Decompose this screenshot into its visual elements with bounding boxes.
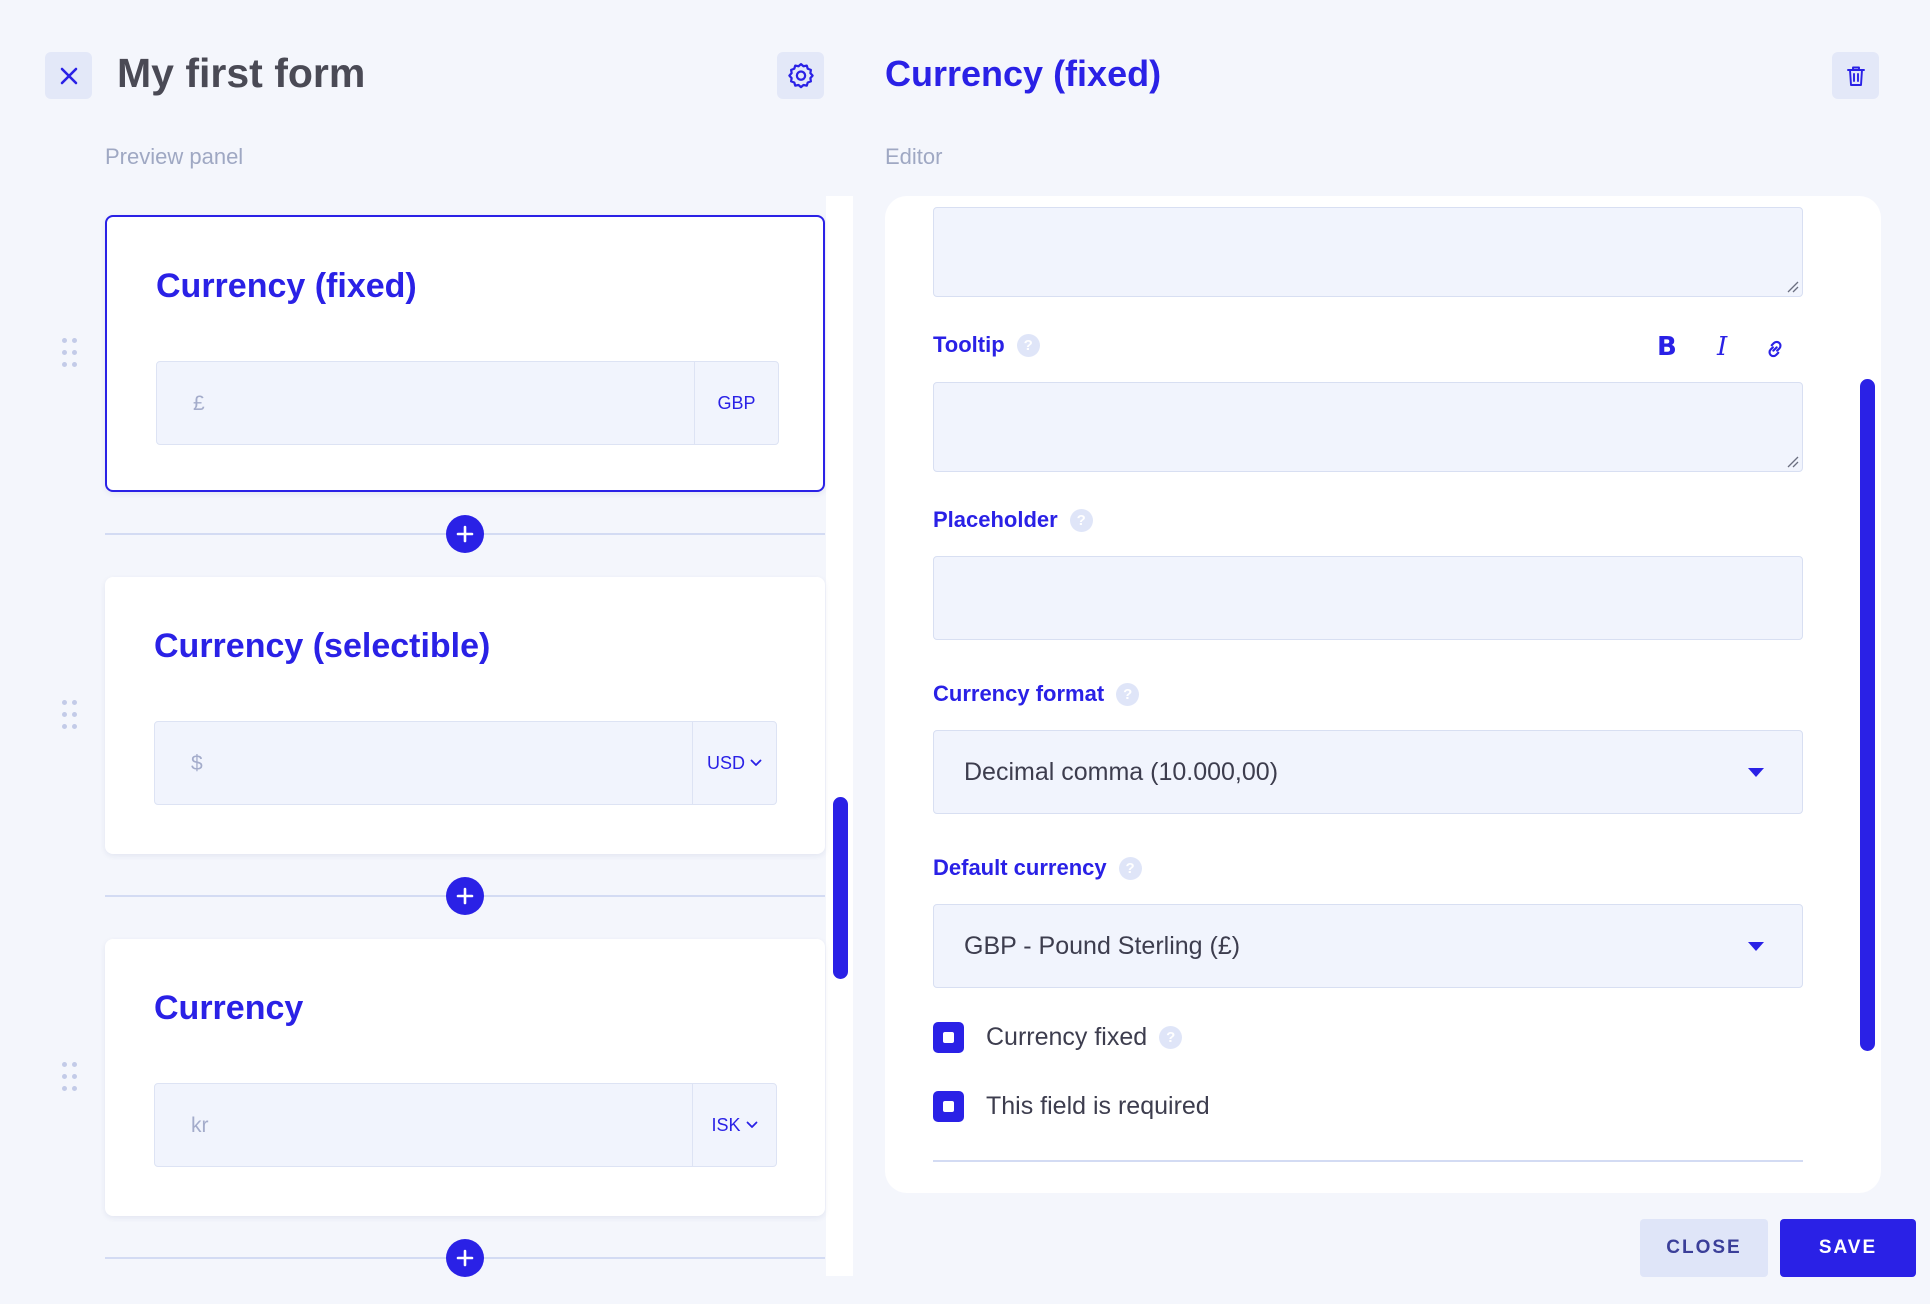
plus-icon [456, 1249, 474, 1267]
placeholder-label-text: Placeholder [933, 507, 1058, 532]
required-option: This field is required [933, 1091, 1210, 1122]
default-currency-label: Default currency ? [933, 855, 1142, 881]
placeholder-label: Placeholder ? [933, 507, 1093, 533]
save-button[interactable]: SAVE [1780, 1219, 1916, 1277]
form-field-card[interactable]: Currency kr ISK [105, 939, 825, 1216]
tooltip-textarea[interactable] [933, 382, 1803, 472]
form-field-card[interactable]: Currency (fixed) £ GBP [105, 215, 825, 492]
chevron-down-icon [746, 1121, 757, 1128]
chevron-down-icon [750, 759, 762, 766]
plus-icon [456, 525, 474, 543]
field-title: Currency (fixed) [156, 267, 417, 305]
description-textarea[interactable] [933, 207, 1803, 297]
delete-field-button[interactable] [1832, 52, 1879, 99]
currency-fixed-checkbox[interactable] [933, 1022, 964, 1053]
add-field-button[interactable] [446, 1239, 484, 1277]
currency-format-value: Decimal comma (10.000,00) [964, 757, 1279, 786]
help-icon[interactable]: ? [1016, 333, 1040, 357]
currency-format-label-text: Currency format [933, 681, 1105, 706]
field-title: Currency [154, 989, 304, 1027]
required-label: This field is required [986, 1092, 1210, 1120]
close-form-button[interactable] [45, 52, 92, 99]
currency-format-select[interactable]: Decimal comma (10.000,00) [933, 730, 1803, 814]
currency-select[interactable]: ISK [692, 1084, 776, 1166]
editor-panel: Tooltip ? B I Placeholder ? Currency for… [885, 196, 1881, 1193]
plus-icon [456, 887, 474, 905]
gear-icon [787, 62, 814, 88]
currency-input[interactable]: kr ISK [154, 1083, 777, 1167]
editor-label: Editor [885, 144, 943, 169]
currency-symbol: $ [191, 752, 203, 775]
form-settings-button[interactable] [777, 52, 824, 99]
form-title: My first form [117, 50, 366, 96]
trash-icon [1846, 66, 1865, 86]
resize-grip-icon[interactable] [1785, 279, 1799, 293]
help-icon[interactable]: ? [1116, 682, 1140, 706]
required-checkbox[interactable] [933, 1091, 964, 1122]
bold-button[interactable]: B [1657, 332, 1677, 362]
currency-select[interactable]: USD [692, 722, 776, 804]
drag-handle-icon[interactable] [62, 338, 78, 368]
field-title: Currency (selectible) [154, 627, 491, 665]
caret-down-icon [1748, 768, 1764, 777]
preview-scrollbar-thumb[interactable] [833, 797, 848, 979]
default-currency-select[interactable]: GBP - Pound Sterling (£) [933, 904, 1803, 988]
drag-handle-icon[interactable] [62, 700, 78, 730]
help-icon[interactable]: ? [1069, 508, 1093, 532]
drag-handle-icon[interactable] [62, 1062, 78, 1092]
currency-code-label: GBP [717, 392, 756, 413]
help-icon[interactable]: ? [1118, 856, 1142, 880]
tooltip-label-text: Tooltip [933, 332, 1005, 357]
currency-symbol: kr [191, 1114, 209, 1137]
editor-title: Currency (fixed) [885, 53, 1162, 94]
default-currency-label-text: Default currency [933, 855, 1107, 880]
currency-symbol: £ [193, 392, 205, 415]
close-button[interactable]: CLOSE [1640, 1219, 1768, 1277]
currency-code-label: USD [706, 752, 745, 773]
help-icon[interactable]: ? [1159, 1026, 1183, 1049]
preview-scrollbar-track[interactable] [826, 196, 853, 1276]
add-field-button[interactable] [446, 515, 484, 553]
default-currency-value: GBP - Pound Sterling (£) [964, 931, 1241, 960]
currency-input[interactable]: $ USD [154, 721, 777, 805]
currency-code: GBP [694, 362, 778, 444]
currency-fixed-label: Currency fixed [986, 1023, 1148, 1051]
link-button[interactable] [1762, 336, 1788, 369]
currency-input[interactable]: £ GBP [156, 361, 779, 445]
link-icon [1768, 340, 1782, 358]
placeholder-input[interactable] [933, 556, 1803, 640]
currency-fixed-option: Currency fixed ? [933, 1022, 1183, 1053]
italic-button[interactable]: I [1717, 332, 1727, 362]
add-field-button[interactable] [446, 877, 484, 915]
currency-code-label: ISK [711, 1114, 741, 1135]
editor-scrollbar-thumb[interactable] [1860, 379, 1875, 1051]
currency-format-label: Currency format ? [933, 681, 1140, 707]
form-field-card[interactable]: Currency (selectible) $ USD [105, 577, 825, 854]
resize-grip-icon[interactable] [1785, 454, 1799, 468]
divider [933, 1160, 1803, 1162]
close-icon [60, 67, 77, 84]
tooltip-label: Tooltip ? [933, 332, 1040, 358]
preview-panel-label: Preview panel [105, 144, 244, 169]
caret-down-icon [1748, 942, 1764, 951]
